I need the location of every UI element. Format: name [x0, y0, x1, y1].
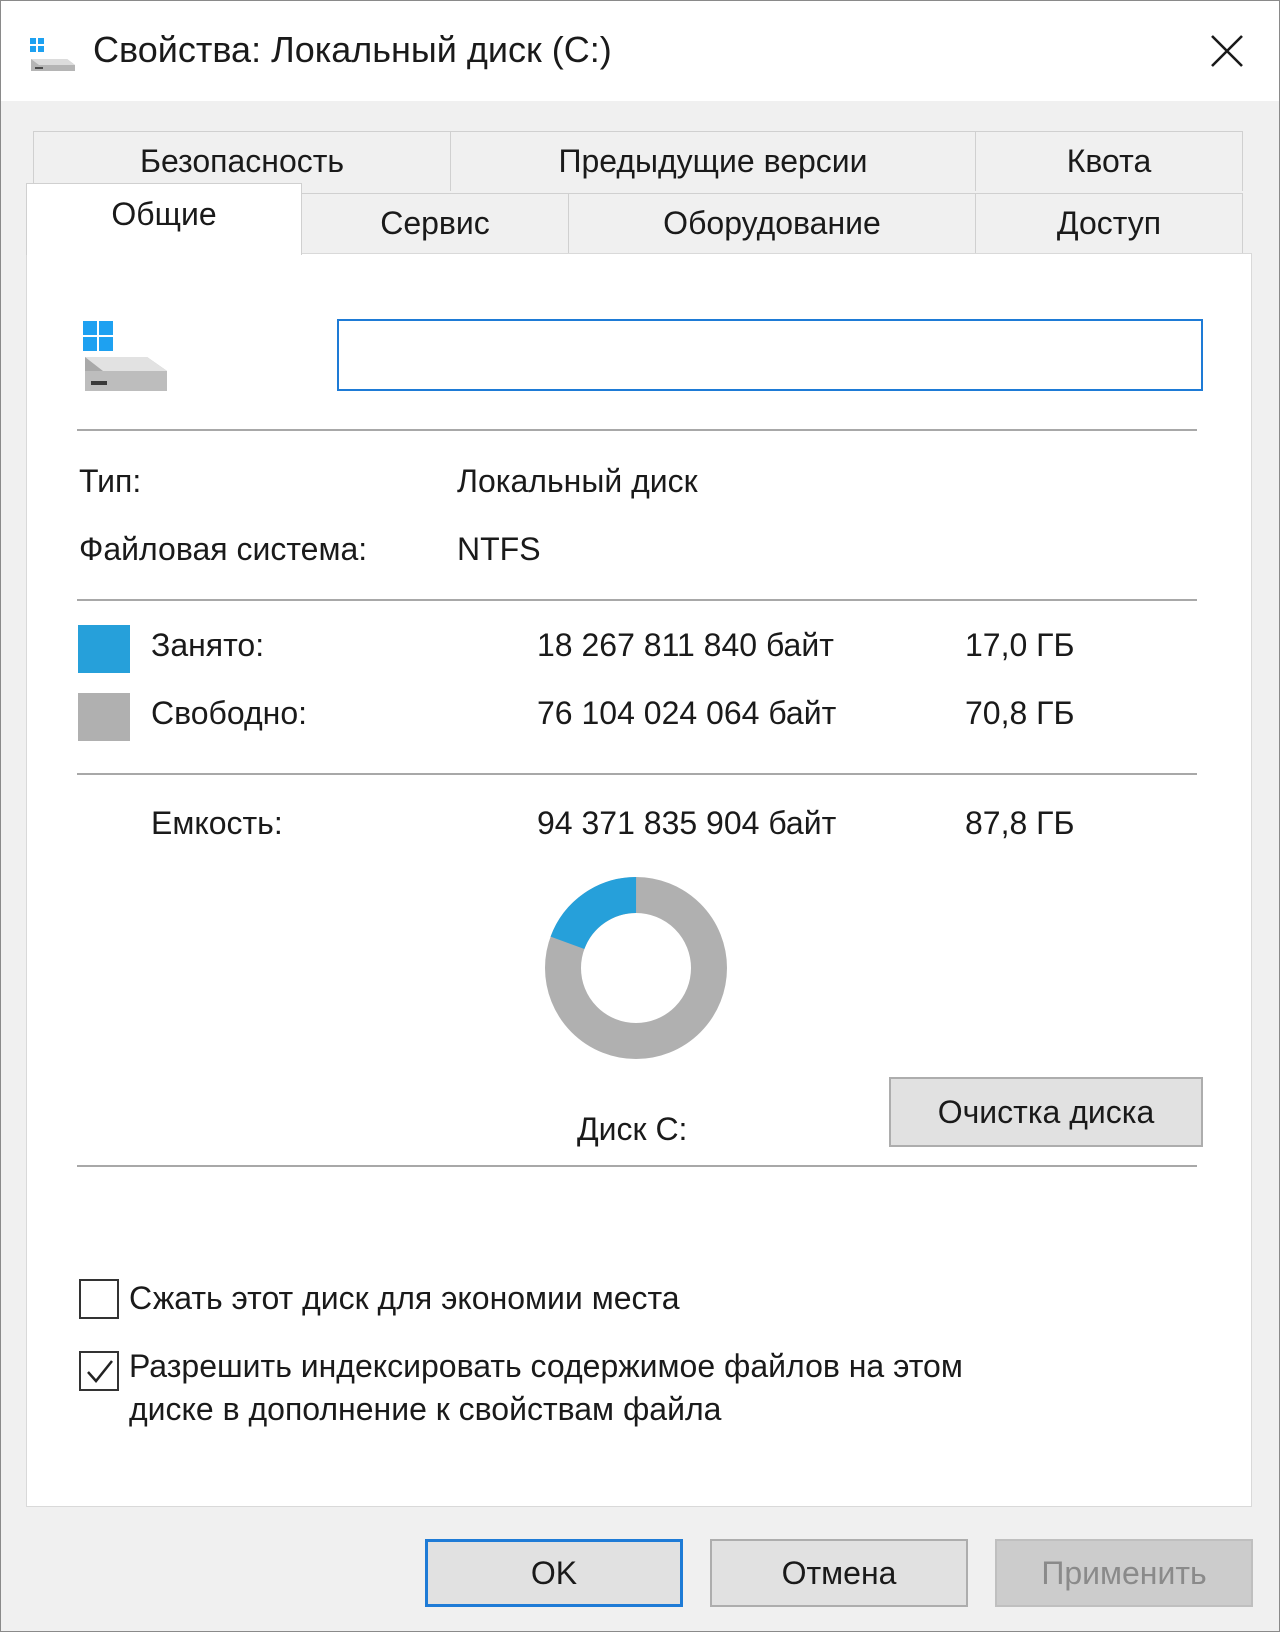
drive-icon [30, 38, 75, 71]
tab-sharing[interactable]: Доступ [975, 193, 1243, 253]
free-space-label: Свободно: [151, 695, 307, 731]
capacity-bytes: 94 371 835 904 байт [537, 805, 837, 841]
filesystem-label: Файловая система: [79, 531, 368, 567]
apply-button[interactable]: Применить [995, 1539, 1253, 1607]
compress-checkbox[interactable] [79, 1279, 119, 1319]
divider [77, 599, 1197, 601]
filesystem-value: NTFS [457, 531, 541, 567]
used-space-bytes: 18 267 811 840 байт [537, 627, 834, 663]
checkmark-icon [87, 1360, 113, 1383]
capacity-label: Емкость: [151, 805, 283, 841]
index-checkbox-label: Разрешить индексировать содержимое файло… [129, 1345, 963, 1431]
divider [77, 1165, 1197, 1167]
type-value: Локальный диск [457, 463, 698, 499]
used-space-swatch [78, 625, 130, 673]
window-title: Свойства: Локальный диск (C:) [93, 29, 612, 70]
title-bar[interactable]: Свойства: Локальный диск (C:) [1, 1, 1279, 101]
divider [77, 429, 1197, 431]
ok-button[interactable]: OK [425, 1539, 683, 1607]
tab-security[interactable]: Безопасность [33, 131, 451, 191]
index-checkbox-label-line1: Разрешить индексировать содержимое файло… [129, 1348, 963, 1384]
tab-tools[interactable]: Сервис [301, 193, 569, 253]
free-space-size: 70,8 ГБ [965, 695, 1075, 731]
used-space-label: Занято: [151, 627, 265, 663]
capacity-size: 87,8 ГБ [965, 805, 1075, 841]
free-space-swatch [78, 693, 130, 741]
used-space-size: 17,0 ГБ [965, 627, 1075, 663]
close-button[interactable] [1195, 19, 1259, 83]
disk-cleanup-button[interactable]: Очистка диска [889, 1077, 1203, 1147]
tab-quota[interactable]: Квота [975, 131, 1243, 191]
volume-label-input[interactable] [337, 319, 1203, 391]
compress-checkbox-label: Сжать этот диск для экономии места [129, 1280, 680, 1316]
disk-usage-donut [545, 877, 727, 1059]
divider [77, 773, 1197, 775]
drive-icon [83, 321, 167, 391]
tab-hardware[interactable]: Оборудование [568, 193, 976, 253]
index-checkbox[interactable] [79, 1351, 119, 1391]
cancel-button[interactable]: Отмена [710, 1539, 968, 1607]
free-space-bytes: 76 104 024 064 байт [537, 695, 837, 731]
close-icon [1211, 35, 1243, 67]
properties-dialog: Свойства: Локальный диск (C:) Безопаснос… [0, 0, 1280, 1632]
index-checkbox-label-line2: диске в дополнение к свойствам файла [129, 1391, 722, 1427]
disk-label: Диск C: [577, 1111, 688, 1147]
tab-previous-versions[interactable]: Предыдущие версии [450, 131, 976, 191]
tab-general[interactable]: Общие [26, 183, 302, 255]
type-label: Тип: [79, 463, 142, 499]
